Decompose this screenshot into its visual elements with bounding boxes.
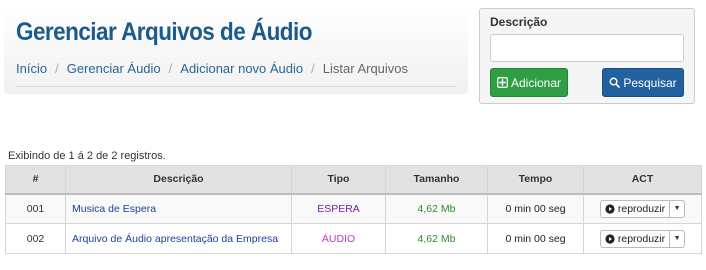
table-row: 001 Musica de Espera ESPERA 4,62 Mb 0 mi… <box>5 193 702 224</box>
column-header-descricao[interactable]: Descrição <box>65 165 292 195</box>
play-button-group: reproduzir ▼ <box>599 199 686 218</box>
row-tempo: 0 min 00 seg <box>487 223 584 254</box>
play-button-label: reproduzir <box>617 232 666 245</box>
table-header-row: # Descrição Tipo Tamanho Tempo ACT <box>5 165 702 195</box>
column-header-id[interactable]: # <box>5 165 66 195</box>
play-button-label: reproduzir <box>617 202 666 215</box>
row-tempo: 0 min 00 seg <box>487 193 584 224</box>
play-button[interactable]: reproduzir <box>601 230 671 247</box>
row-id: 002 <box>5 223 66 254</box>
breadcrumb: Início / Gerenciar Áudio / Adicionar nov… <box>16 61 408 76</box>
search-icon <box>609 77 621 88</box>
breadcrumb-separator: / <box>311 61 315 76</box>
column-header-tempo[interactable]: Tempo <box>487 165 584 195</box>
page-title: Gerenciar Arquivos de Áudio <box>16 18 312 46</box>
page-header: Gerenciar Arquivos de Áudio Início / Ger… <box>4 4 468 94</box>
add-button[interactable]: Adicionar <box>490 68 568 97</box>
column-header-tipo[interactable]: Tipo <box>291 165 386 195</box>
search-button[interactable]: Pesquisar <box>602 68 684 97</box>
row-descricao: Musica de Espera <box>65 193 292 224</box>
play-circle-icon <box>605 233 615 244</box>
play-button[interactable]: reproduzir <box>601 200 671 217</box>
breadcrumb-separator: / <box>55 61 59 76</box>
row-actions: reproduzir ▼ <box>583 193 702 224</box>
breadcrumb-gerenciar-audio[interactable]: Gerenciar Áudio <box>67 61 161 76</box>
header-divider <box>16 86 456 87</box>
play-button-group: reproduzir ▼ <box>599 229 686 248</box>
row-descricao: Arquivo de Áudio apresentação da Empresa <box>65 223 292 254</box>
descricao-input[interactable] <box>490 34 684 62</box>
row-tipo: ESPERA <box>291 193 386 224</box>
add-button-label: Adicionar <box>510 75 562 90</box>
row-tamanho: 4,62 Mb <box>385 223 488 254</box>
breadcrumb-separator: / <box>168 61 173 76</box>
search-button-label: Pesquisar <box>623 75 677 90</box>
column-header-act: ACT <box>583 165 702 195</box>
breadcrumb-inicio[interactable]: Início <box>16 61 47 76</box>
breadcrumb-adicionar-audio[interactable]: Adicionar novo Áudio <box>180 61 303 76</box>
play-circle-icon <box>605 204 615 214</box>
breadcrumb-current: Listar Arquivos <box>322 61 409 76</box>
row-tamanho: 4,62 Mb <box>385 193 488 224</box>
table-row: 002 Arquivo de Áudio apresentação da Emp… <box>5 223 702 254</box>
caret-down-icon[interactable]: ▼ <box>670 231 684 247</box>
search-panel: Descrição Adicionar Pesquisar <box>479 8 695 104</box>
row-actions: reproduzir ▼ <box>583 223 702 254</box>
column-header-tamanho[interactable]: Tamanho <box>385 165 488 195</box>
row-tipo: ÁUDIO <box>291 223 386 254</box>
row-id: 001 <box>5 193 66 224</box>
caret-down-icon[interactable]: ▼ <box>670 201 684 217</box>
records-info: Exibindo de 1 á 2 de 2 registros. <box>8 150 166 162</box>
plus-square-icon <box>497 77 508 88</box>
audio-files-table: # Descrição Tipo Tamanho Tempo ACT 001 M… <box>5 165 702 254</box>
search-label: Descrição <box>490 15 548 29</box>
